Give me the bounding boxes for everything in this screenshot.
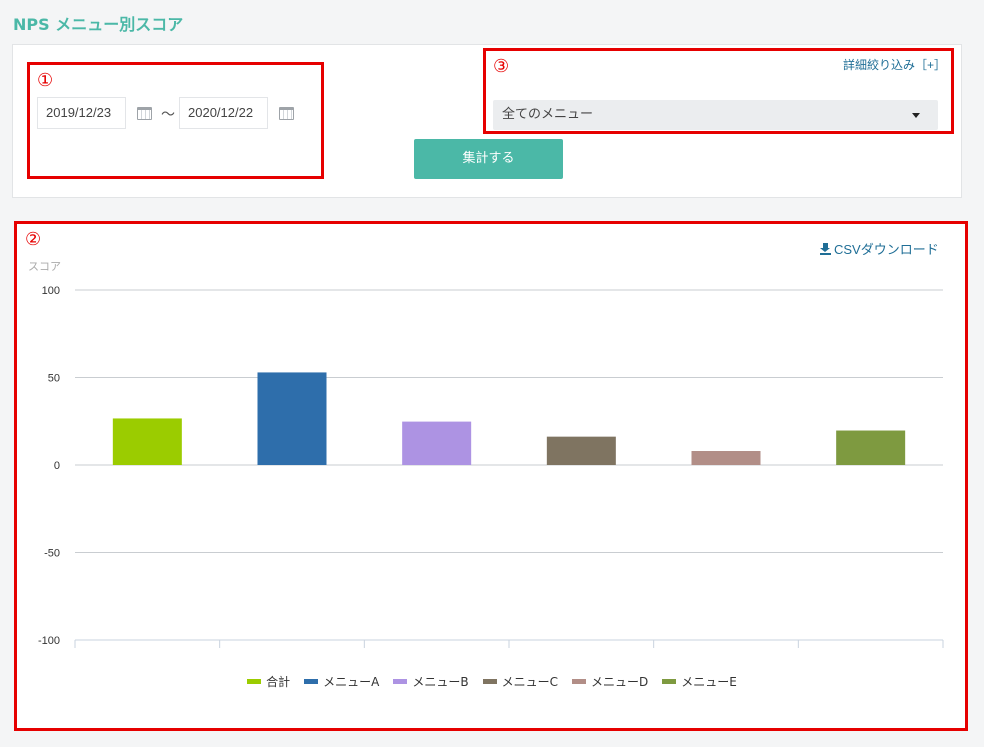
y-tick-label: -50 (44, 548, 60, 560)
legend-swatch (482, 679, 497, 684)
bar-1 (112, 418, 182, 465)
legend-label: メニューE (681, 675, 737, 689)
legend-swatch (662, 679, 677, 684)
y-axis-label: スコア (28, 260, 61, 273)
chart-legend: 合計 メニューA メニューB メニューC メニューD メニューE (0, 673, 984, 690)
legend-swatch (247, 679, 262, 684)
y-tick-label: 50 (48, 373, 60, 385)
bar-5 (691, 451, 761, 465)
bar-3 (402, 421, 472, 465)
y-tick-label: 0 (54, 460, 60, 472)
bar-2 (257, 372, 327, 465)
legend-item[interactable]: メニューC (482, 673, 558, 690)
nps-bar-chart: スコア 100 50 0 -50 -100 (28, 260, 944, 648)
legend-swatch (393, 679, 408, 684)
legend-swatch (572, 679, 586, 684)
bar-4 (546, 436, 616, 465)
legend-item[interactable]: メニューB (393, 673, 469, 690)
bar-6 (836, 430, 906, 465)
legend-item[interactable]: 合計 (247, 673, 290, 690)
legend-label: メニューC (501, 675, 558, 689)
legend-item[interactable]: メニューE (662, 673, 737, 690)
legend-label: メニューB (412, 675, 469, 689)
y-tick-label: -100 (38, 635, 60, 647)
legend-label: メニューA (323, 675, 380, 689)
legend-item[interactable]: メニューD (572, 673, 648, 690)
legend-label: 合計 (266, 675, 291, 689)
legend-item[interactable]: メニューA (304, 673, 379, 690)
y-tick-label: 100 (42, 285, 60, 297)
legend-label: メニューD (591, 675, 649, 689)
legend-swatch (304, 679, 319, 684)
